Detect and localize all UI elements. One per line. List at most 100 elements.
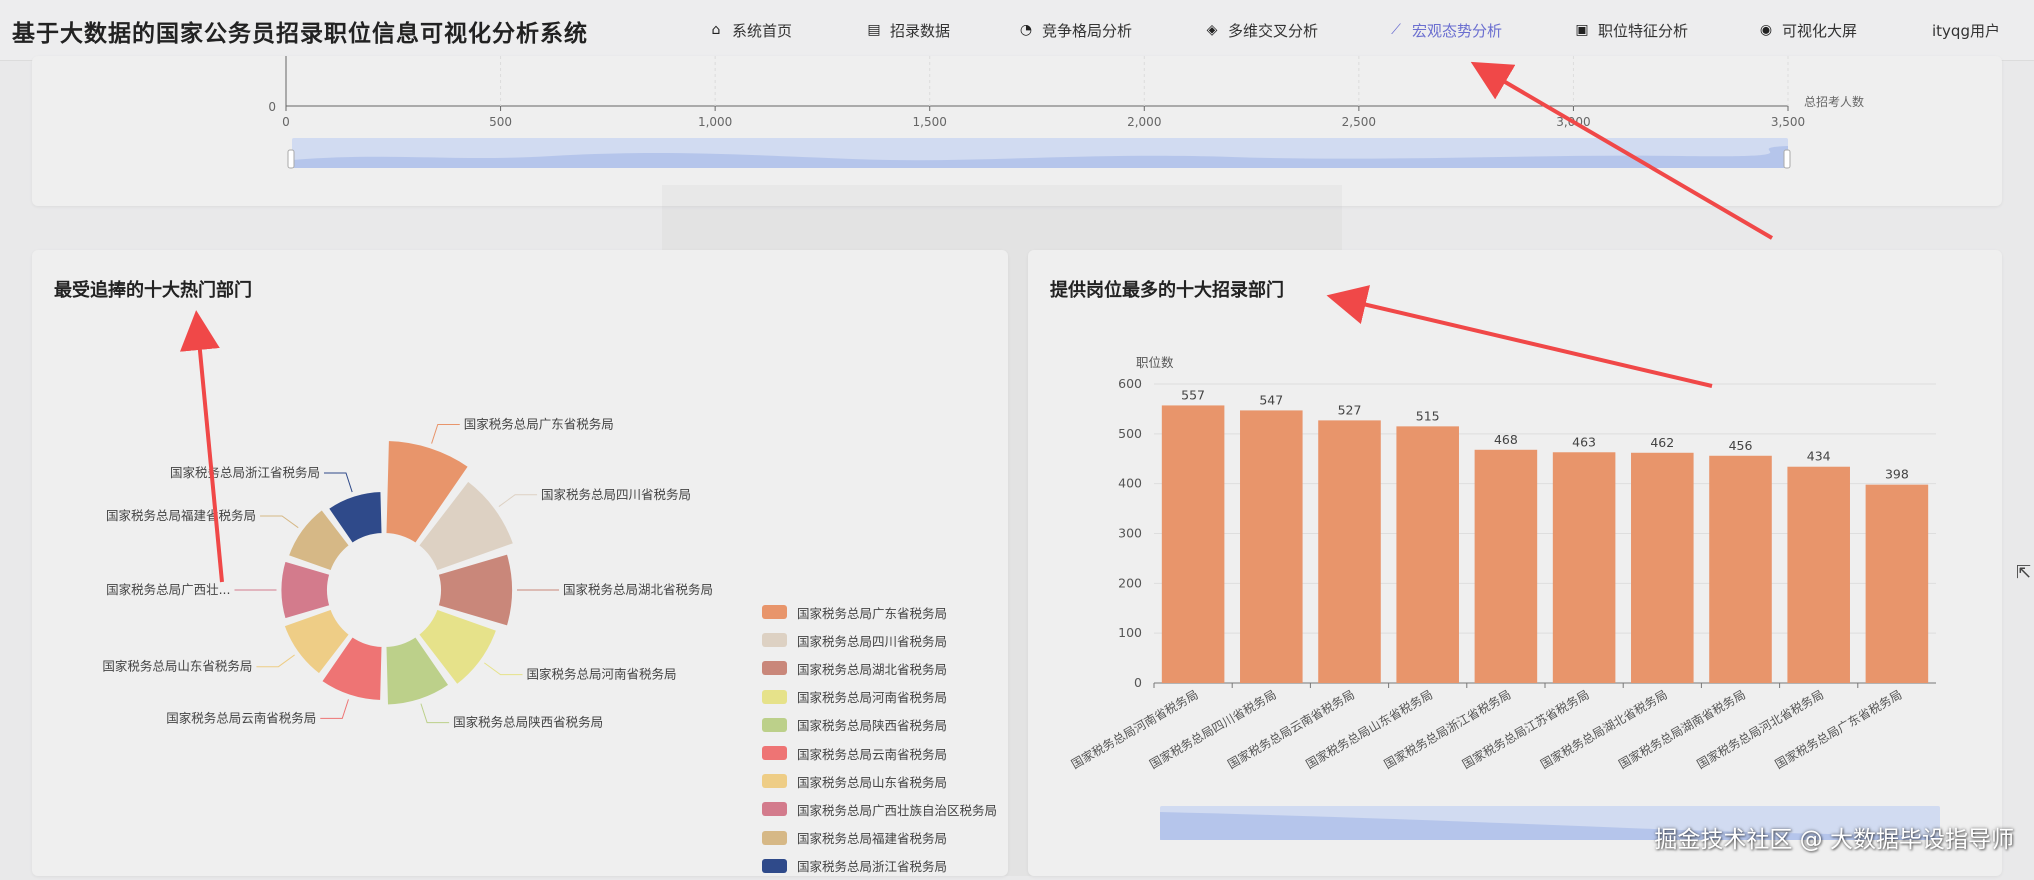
donut-legend: 国家税务总局广东省税务局 国家税务总局四川省税务局 国家税务总局湖北省税务局 国家税务…: [762, 598, 997, 880]
bar[interactable]: [1709, 455, 1772, 683]
app-title: 基于大数据的国家公务员招录职位信息可视化分析系统: [12, 20, 588, 47]
line-chart-icon: ⟋: [1391, 22, 1401, 38]
top-navbar: 基于大数据的国家公务员招录职位信息可视化分析系统 ⌂ 系统首页 ▤ 招录数据 ◔ 竞争格局…: [0, 0, 2034, 61]
bar[interactable]: [1396, 426, 1459, 683]
nav-item-label: 可视化大屏: [1782, 21, 1858, 40]
nav-item-6[interactable]: ◉ 可视化大屏: [1758, 16, 1857, 44]
x-tick-label: 国家税务总局江苏省税务局: [1459, 687, 1591, 772]
bar[interactable]: [1865, 484, 1929, 683]
bar-value-label: 527: [1338, 402, 1362, 417]
y-tick-label: 200: [1118, 575, 1142, 590]
nav-item-1[interactable]: ▤ 招录数据: [866, 16, 950, 44]
nav-item-5[interactable]: ▣ 职位特征分析: [1574, 16, 1688, 44]
legend-item[interactable]: 国家税务总局山东省税务局: [762, 767, 997, 795]
x-tick-label: 0: [282, 115, 290, 129]
legend-swatch: [762, 689, 787, 704]
x-tick-label: 国家税务总局湖北省税务局: [1538, 687, 1670, 772]
slice-label: 国家税务总局陕西省税务局: [453, 715, 603, 730]
bar-value-label: 463: [1572, 434, 1596, 449]
legend-label: 国家税务总局湖北省税务局: [797, 661, 948, 677]
x-tick-label: 1,500: [913, 115, 947, 129]
bar-value-label: 468: [1494, 432, 1518, 447]
nav-item-4[interactable]: ⟋ 宏观态势分析: [1388, 16, 1502, 44]
bar-value-label: 547: [1259, 392, 1283, 407]
x-tick-label: 2,000: [1127, 115, 1161, 129]
y-tick-label: 0: [1134, 675, 1142, 690]
zoom-handle-left[interactable]: [287, 149, 295, 169]
legend-label: 国家税务总局广西壮族自治区税务局: [797, 802, 998, 818]
label-leader-line: [498, 494, 538, 507]
label-leader-line: [420, 703, 450, 724]
y-tick-label: 400: [1118, 476, 1142, 491]
legend-label: 国家税务总局河南省税务局: [797, 690, 948, 706]
bar[interactable]: [1631, 452, 1694, 683]
top-line-chart: 00 500 1,000 1,500 2,000 2,500 3,000 3,500 总招考人数: [268, 56, 1864, 169]
slice-label: 国家税务总局四川省税务局: [541, 487, 691, 502]
slice-label: 国家税务总局广西壮...: [106, 582, 230, 597]
x-tick-label: 500: [489, 115, 512, 129]
clipboard-icon: ▤: [867, 22, 881, 38]
legend-swatch: [762, 633, 787, 648]
legend-item[interactable]: 国家税务总局陕西省税务局: [762, 711, 997, 739]
slice-label: 国家税务总局河南省税务局: [526, 667, 676, 682]
legend-item[interactable]: 国家税务总局广东省税务局: [762, 598, 997, 626]
nav-item-label: 多维交叉分析: [1228, 21, 1319, 40]
bar[interactable]: [1240, 410, 1303, 683]
legend-label: 国家税务总局陕西省税务局: [797, 718, 948, 734]
bar-value-label: 462: [1650, 435, 1674, 450]
label-leader-line: [256, 654, 295, 668]
legend-swatch: [762, 830, 787, 845]
nav-item-label: 竞争格局分析: [1042, 21, 1133, 40]
x-tick-label: 国家税务总局云南省税务局: [1225, 687, 1357, 772]
legend-swatch: [762, 774, 787, 789]
nav-item-0[interactable]: ⌂ 系统首页: [708, 16, 792, 44]
legend-item[interactable]: 国家税务总局云南省税务局: [762, 739, 997, 767]
legend-swatch: [762, 746, 787, 761]
legend-item[interactable]: 国家税务总局河南省税务局: [762, 683, 997, 711]
nav-item-2[interactable]: ◔ 竞争格局分析: [1018, 16, 1132, 44]
label-leader-line: [484, 662, 523, 676]
hot-departments-panel: 最受追捧的十大热门部门 国家税务总局广东省税务局 国家税务总局四川省税务局 国家税务…: [32, 250, 1008, 876]
slice-label: 国家税务总局浙江省税务局: [170, 465, 320, 480]
y-tick-label: 100: [1118, 625, 1142, 640]
label-leader-line: [431, 424, 460, 444]
slice-label: 国家税务总局云南省税务局: [166, 710, 316, 725]
bar-value-label: 456: [1729, 438, 1753, 453]
y-axis-title: 职位数: [1136, 355, 1174, 370]
x-tick-label: 国家税务总局四川省税务局: [1147, 687, 1279, 772]
user-menu[interactable]: ityqg用户: [1932, 16, 2000, 44]
bar[interactable]: [1787, 466, 1850, 683]
dashboard-icon: ◉: [1759, 22, 1773, 38]
bar[interactable]: [1161, 405, 1225, 683]
legend-item[interactable]: 国家税务总局广西壮族自治区税务局: [762, 795, 997, 823]
x-tick-label: 3,000: [1556, 115, 1590, 129]
legend-item[interactable]: 国家税务总局福建省税务局: [762, 824, 997, 852]
label-leader-line: [320, 699, 349, 719]
bar[interactable]: [1552, 452, 1616, 683]
legend-item[interactable]: 国家税务总局四川省税务局: [762, 626, 997, 654]
top-recruiters-bar-chart: 0 100 200 300 400 500 600 职位数 557 国家税务总局河南省税务局 547…: [1068, 355, 1940, 840]
bar[interactable]: [1474, 449, 1538, 683]
user-name: ityqg用户: [1932, 21, 2000, 40]
slice-label: 国家税务总局山东省税务局: [102, 659, 252, 674]
slice-label: 国家税务总局广东省税务局: [464, 417, 614, 432]
briefcase-icon: ▣: [1575, 22, 1589, 38]
legend-item[interactable]: 国家税务总局湖北省税务局: [762, 654, 997, 682]
top-recruiters-panel: 提供岗位最多的十大招录部门 0 100 200 300 400 500 600 职位数 557 国…: [1028, 250, 2002, 876]
x-tick-label: 1,000: [698, 115, 732, 129]
x-tick-label: 国家税务总局湖南省税务局: [1616, 687, 1748, 772]
slice-label: 国家税务总局福建省税务局: [106, 508, 256, 523]
layers-icon: ◈: [1206, 22, 1218, 38]
rose-slice[interactable]: [279, 559, 332, 621]
legend-swatch: [762, 661, 787, 676]
zoom-handle-right[interactable]: [1783, 149, 1791, 169]
y-tick-label: 500: [1118, 426, 1142, 441]
bar[interactable]: [1318, 420, 1381, 683]
nav-item-3[interactable]: ◈ 多维交叉分析: [1204, 16, 1318, 44]
legend-swatch: [762, 717, 787, 732]
label-leader-line: [260, 515, 299, 529]
bar-value-label: 515: [1416, 408, 1440, 423]
cursor-icon: ⇱: [2016, 562, 2032, 583]
legend-label: 国家税务总局浙江省税务局: [797, 859, 948, 875]
legend-swatch: [762, 605, 787, 620]
